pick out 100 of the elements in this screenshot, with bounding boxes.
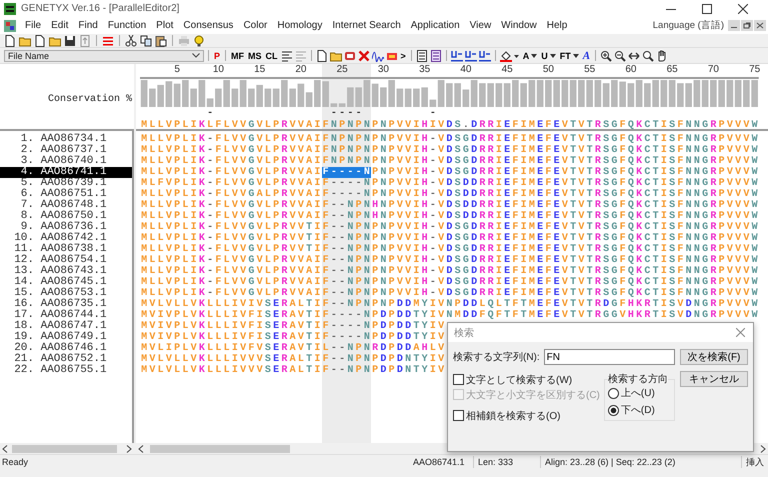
menu-item[interactable]: Internet Search — [327, 20, 406, 31]
toolbar-button[interactable]: MF — [230, 50, 246, 62]
sequence-list-item[interactable]: 1. AAO86734.1 — [0, 134, 132, 145]
maximize-icon[interactable] — [702, 4, 712, 14]
panel-icon[interactable] — [416, 50, 428, 62]
cancel-button[interactable]: キャンセル — [680, 371, 748, 387]
sequence-list-item[interactable]: 2. AAO86737.1 — [0, 145, 132, 156]
toolbar-button[interactable]: A — [522, 50, 538, 62]
sequence-list-item[interactable]: 7. AAO86748.1 — [0, 200, 132, 211]
scissors-icon[interactable] — [125, 34, 137, 46]
zoom-out-icon[interactable] — [614, 50, 626, 62]
chevron-down-icon — [192, 53, 200, 58]
menu-item[interactable]: Homology — [272, 20, 328, 31]
chevron-right-icon[interactable] — [760, 444, 766, 452]
gap-mark: - — [354, 108, 363, 119]
menu-item[interactable]: Application — [406, 20, 465, 31]
radio-button[interactable] — [608, 404, 619, 416]
find-next-button[interactable]: 次を検索(F) — [680, 349, 748, 365]
chevron-left-icon[interactable] — [138, 444, 144, 452]
database-icon[interactable] — [344, 50, 356, 62]
menu-item[interactable]: Edit — [46, 20, 74, 31]
toolbar-button[interactable]: A — [582, 50, 592, 62]
wave-icon[interactable] — [372, 50, 384, 62]
sequence-list-item[interactable]: 22. AAO86755.1 — [0, 365, 132, 376]
menu-item[interactable]: Function — [102, 20, 152, 31]
letter-style-icon[interactable] — [478, 50, 491, 62]
paint-bucket-icon[interactable] — [500, 50, 520, 62]
sequence-list-item[interactable]: 5. AAO86739.1 — [0, 178, 132, 189]
menu-item[interactable]: Window — [496, 20, 542, 31]
panel-icon[interactable] — [430, 50, 442, 62]
sequence-list-item[interactable]: 11. AAO86738.1 — [0, 244, 132, 255]
menu-item[interactable]: Find — [73, 20, 103, 31]
sequence-list-item[interactable]: 14. AAO86745.1 — [0, 277, 132, 288]
sequence-list-item[interactable]: 3. AAO86740.1 — [0, 156, 132, 167]
ruler-number: 5 — [174, 64, 180, 75]
horizontal-scrollbar[interactable] — [0, 443, 134, 454]
sequence-list-item[interactable]: 10. AAO86742.1 — [0, 233, 132, 244]
sequence-list-item[interactable]: 17. AAO86744.1 — [0, 310, 132, 321]
sequence-list-item[interactable]: 6. AAO86751.1 — [0, 189, 132, 200]
menu-item[interactable]: Help — [542, 20, 572, 31]
menu-item[interactable]: File — [20, 20, 46, 31]
toolbar-button[interactable]: CL — [264, 50, 279, 62]
lightbulb-icon[interactable] — [193, 34, 205, 46]
radio-label: 下へ(D) — [620, 404, 655, 417]
ruler-number: 55 — [584, 64, 596, 75]
chevron-right-icon[interactable] — [126, 444, 132, 452]
ruler-number: 45 — [502, 64, 513, 75]
language-menu[interactable]: Language (言語) — [652, 19, 724, 32]
file-name-dropdown[interactable]: File Name — [4, 50, 204, 62]
zoom-in-icon[interactable] — [600, 50, 612, 62]
toolbar-button[interactable]: P — [213, 50, 222, 62]
chevron-left-icon[interactable] — [2, 444, 8, 452]
ruler-number: 70 — [708, 64, 719, 75]
caret-icon — [531, 54, 538, 58]
sequence-list-item[interactable]: 9. AAO86736.1 — [0, 222, 132, 233]
sequence-list-item[interactable]: 19. AAO86749.1 — [0, 332, 132, 343]
sequence-list-item[interactable]: 4. AAO86741.1 — [0, 167, 132, 178]
checkbox[interactable] — [453, 410, 464, 421]
sequence-list-item[interactable]: 8. AAO86750.1 — [0, 211, 132, 222]
sequence-list-item[interactable]: 15. AAO86753.1 — [0, 288, 132, 299]
clipboard-icon[interactable] — [155, 34, 167, 46]
close-icon[interactable] — [754, 20, 766, 31]
ruler-number: 40 — [460, 64, 472, 75]
letter-style-icon[interactable] — [464, 50, 477, 62]
sequence-list-item[interactable]: 21. AAO86752.1 — [0, 354, 132, 365]
toolbar-button[interactable]: FT — [558, 50, 580, 62]
scrollbar-thumb[interactable] — [12, 445, 117, 453]
folder-icon[interactable] — [330, 50, 342, 62]
gap-mark: - — [206, 108, 214, 119]
magnifier-icon[interactable] — [642, 50, 654, 62]
checkbox-label: 相補鎖を検索する(O) — [466, 410, 560, 422]
toolbar-button[interactable]: > — [400, 50, 407, 62]
status-mode: 挿入 — [741, 456, 768, 468]
copy-icon[interactable] — [140, 34, 152, 46]
delete-icon[interactable] — [358, 50, 370, 62]
double-arrow-icon[interactable] — [628, 50, 640, 62]
close-icon[interactable] — [738, 4, 748, 14]
restore-icon[interactable] — [741, 20, 753, 31]
lines-icon[interactable] — [280, 50, 293, 62]
checkbox[interactable] — [453, 374, 464, 385]
sequence-list-item[interactable]: 20. AAO86746.1 — [0, 343, 132, 354]
menu-item[interactable]: Plot — [151, 20, 178, 31]
letter-style-icon[interactable] — [450, 50, 463, 62]
radio-button[interactable] — [608, 388, 619, 398]
search-field[interactable]: FN — [544, 349, 675, 365]
sequence-list-item[interactable]: 18. AAO86747.1 — [0, 321, 132, 332]
minimize-icon[interactable] — [728, 20, 740, 31]
scrollbar-thumb[interactable] — [150, 445, 290, 453]
sequence-list-item[interactable]: 16. AAO86735.1 — [0, 299, 132, 310]
menu-item[interactable]: Consensus — [178, 20, 238, 31]
menu-item[interactable]: View — [464, 20, 496, 31]
menu-item[interactable]: Color — [238, 20, 272, 31]
toolbar-button[interactable]: U — [540, 50, 557, 62]
toolbar-button[interactable]: MS — [247, 50, 263, 62]
sequence-list-item[interactable]: 12. AAO86754.1 — [0, 255, 132, 266]
gap-mark: - — [428, 108, 437, 119]
hand-icon[interactable] — [656, 50, 668, 62]
dialog-title: 検索 — [454, 326, 474, 340]
status-sequence: AAO86741.1 — [412, 456, 466, 468]
sequence-list-item[interactable]: 13. AAO86743.1 — [0, 266, 132, 277]
